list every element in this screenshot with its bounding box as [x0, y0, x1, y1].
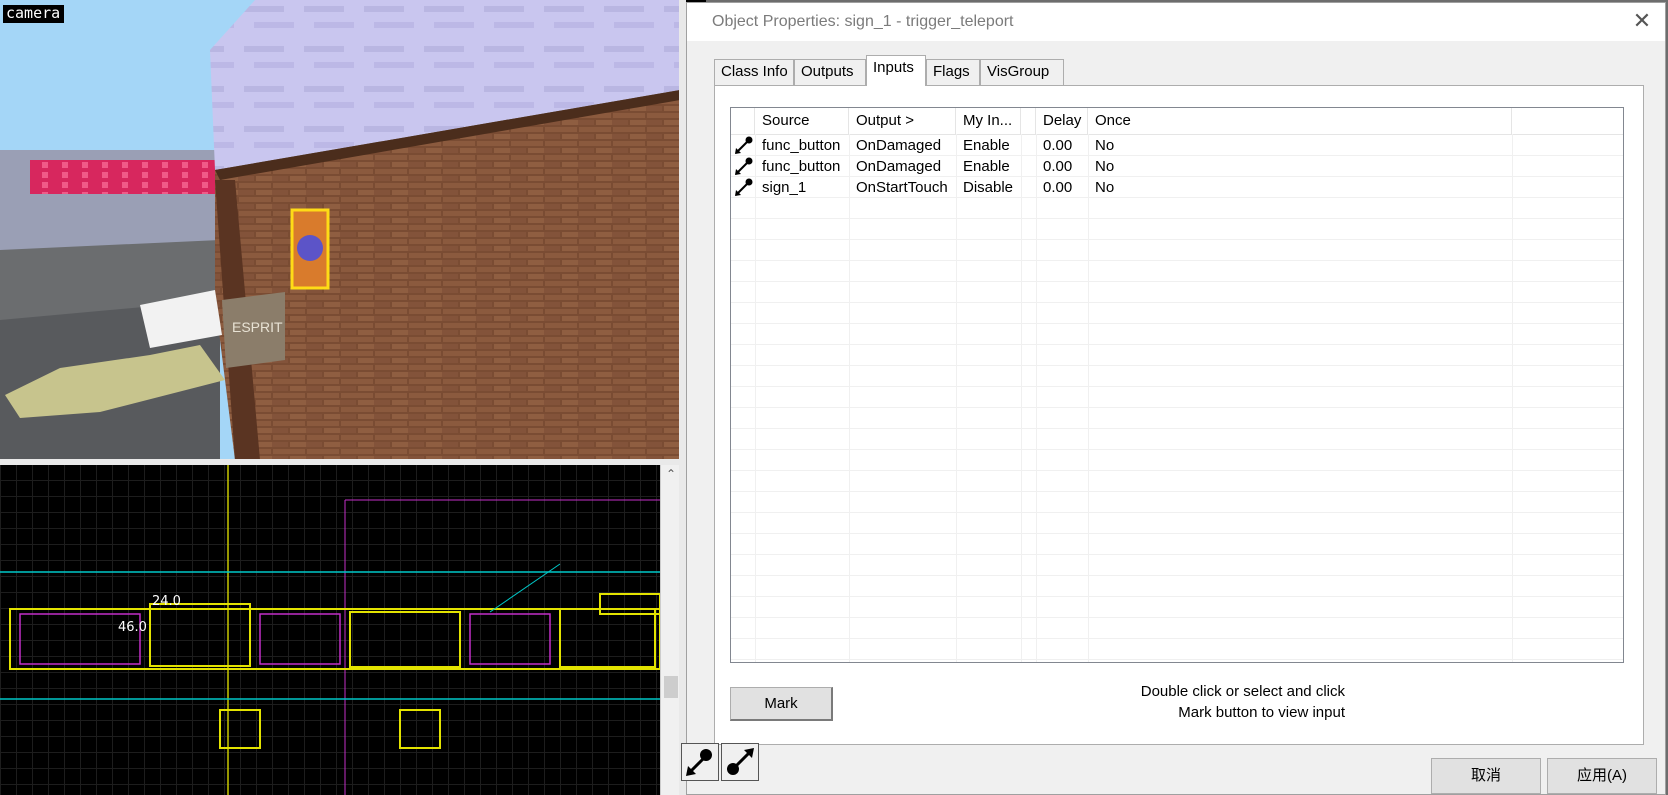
- column-header-source[interactable]: Source: [755, 108, 849, 134]
- cell-my-input: Enable: [963, 158, 1010, 175]
- grid-divider: [956, 134, 957, 662]
- chevron-up-icon[interactable]: ⌃: [661, 464, 681, 484]
- grid-row-divider: [731, 323, 1623, 324]
- hint-line-1: Double click or select and click: [1140, 683, 1345, 700]
- viewport-splitter-vertical[interactable]: [679, 0, 686, 795]
- cell-output: OnStartTouch: [856, 179, 948, 196]
- column-header-once[interactable]: Once: [1088, 108, 1512, 134]
- dialog-title: Object Properties: sign_1 - trigger_tele…: [712, 13, 1014, 30]
- cell-once: No: [1095, 158, 1115, 175]
- cell-once: No: [1095, 179, 1115, 196]
- grid-row-divider: [731, 239, 1623, 240]
- grid-divider: [1512, 134, 1513, 662]
- grid-row-divider: [731, 596, 1623, 597]
- grid-divider: [849, 134, 850, 662]
- input-connection-icon: [735, 157, 753, 175]
- inputs-list[interactable]: Source Output > My In... Delay Once func…: [730, 107, 1624, 663]
- grid-row-divider: [731, 617, 1623, 618]
- cell-once: No: [1095, 137, 1115, 154]
- grid-row-divider: [731, 449, 1623, 450]
- grid-row-divider: [731, 512, 1623, 513]
- tab-class-info[interactable]: Class Info: [714, 59, 794, 85]
- input-connection-icon: [735, 136, 753, 154]
- tab-flags[interactable]: Flags: [926, 59, 980, 85]
- scrollbar-thumb[interactable]: [664, 676, 678, 698]
- cancel-button[interactable]: 取消: [1431, 758, 1541, 794]
- map-2d-geometry: [0, 464, 661, 795]
- map-2d-scrollbar[interactable]: ⌃: [660, 464, 681, 795]
- table-row[interactable]: func_button OnDamaged Enable 0.00 No: [731, 156, 1623, 177]
- cell-delay: 0.00: [1043, 137, 1073, 154]
- grid-row-divider: [731, 302, 1623, 303]
- map-dimension-label-2: 46.0: [118, 620, 147, 635]
- input-connection-icon: [735, 178, 753, 196]
- grid-row-divider: [731, 407, 1623, 408]
- grid-divider: [755, 134, 756, 662]
- table-row[interactable]: sign_1 OnStartTouch Disable 0.00 No: [731, 177, 1623, 198]
- grid-row-divider: [731, 218, 1623, 219]
- grid-divider: [1088, 134, 1089, 662]
- cell-my-input: Disable: [963, 179, 1014, 196]
- input-connection-icon: [686, 749, 712, 776]
- svg-text:ESPRIT: ESPRIT: [232, 319, 283, 335]
- tab-outputs[interactable]: Outputs: [794, 59, 866, 85]
- grid-row-divider: [731, 533, 1623, 534]
- grid-row-divider: [731, 365, 1623, 366]
- camera-viewport[interactable]: ESPRIT camera: [0, 0, 680, 460]
- grid-row-divider: [731, 428, 1623, 429]
- grid-row-divider: [731, 638, 1623, 639]
- camera-scene: ESPRIT: [0, 0, 680, 460]
- inputs-list-header: Source Output > My In... Delay Once: [731, 108, 1623, 135]
- column-header-extra[interactable]: [1021, 108, 1036, 134]
- tab-inputs[interactable]: Inputs: [866, 55, 926, 86]
- object-properties-dialog: Object Properties: sign_1 - trigger_tele…: [681, 2, 1666, 795]
- close-icon[interactable]: ✕: [1619, 3, 1665, 41]
- grid-row-divider: [731, 491, 1623, 492]
- cell-output: OnDamaged: [856, 158, 942, 175]
- column-header-icon[interactable]: [731, 108, 755, 134]
- map-dimension-label-1: 24.0: [152, 594, 181, 609]
- top-2d-viewport[interactable]: 24.0 46.0: [0, 464, 682, 795]
- grid-row-divider: [731, 659, 1623, 660]
- cell-source: func_button: [762, 158, 841, 175]
- hint-line-2: Mark button to view input: [1178, 704, 1345, 721]
- dialog-titlebar[interactable]: Object Properties: sign_1 - trigger_tele…: [687, 3, 1665, 41]
- output-connection-icon: [727, 748, 754, 775]
- show-outputs-icon-button[interactable]: [721, 743, 759, 781]
- table-row[interactable]: func_button OnDamaged Enable 0.00 No: [731, 135, 1623, 156]
- column-header-my-input[interactable]: My In...: [956, 108, 1021, 134]
- cell-my-input: Enable: [963, 137, 1010, 154]
- column-header-output[interactable]: Output >: [849, 108, 956, 134]
- grid-row-divider: [731, 470, 1623, 471]
- column-header-delay[interactable]: Delay: [1036, 108, 1088, 134]
- viewport-splitter-horizontal[interactable]: [0, 459, 686, 465]
- cell-delay: 0.00: [1043, 158, 1073, 175]
- show-inputs-icon-button[interactable]: [681, 743, 719, 781]
- grid-divider: [1021, 134, 1022, 662]
- grid-row-divider: [731, 260, 1623, 261]
- grid-divider: [1036, 134, 1037, 662]
- mark-button[interactable]: Mark: [730, 687, 833, 721]
- grid-row-divider: [731, 344, 1623, 345]
- grid-row-divider: [731, 575, 1623, 576]
- cell-source: func_button: [762, 137, 841, 154]
- mark-hint-text: Double click or select and click Mark bu…: [1141, 681, 1345, 723]
- grid-row-divider: [731, 281, 1623, 282]
- grid-row-divider: [731, 386, 1623, 387]
- camera-label: camera: [3, 5, 65, 23]
- cell-output: OnDamaged: [856, 137, 942, 154]
- apply-button[interactable]: 应用(A): [1547, 758, 1657, 794]
- grid-row-divider: [731, 554, 1623, 555]
- cell-delay: 0.00: [1043, 179, 1073, 196]
- tab-visgroup[interactable]: VisGroup: [980, 59, 1064, 85]
- cell-source: sign_1: [762, 179, 807, 196]
